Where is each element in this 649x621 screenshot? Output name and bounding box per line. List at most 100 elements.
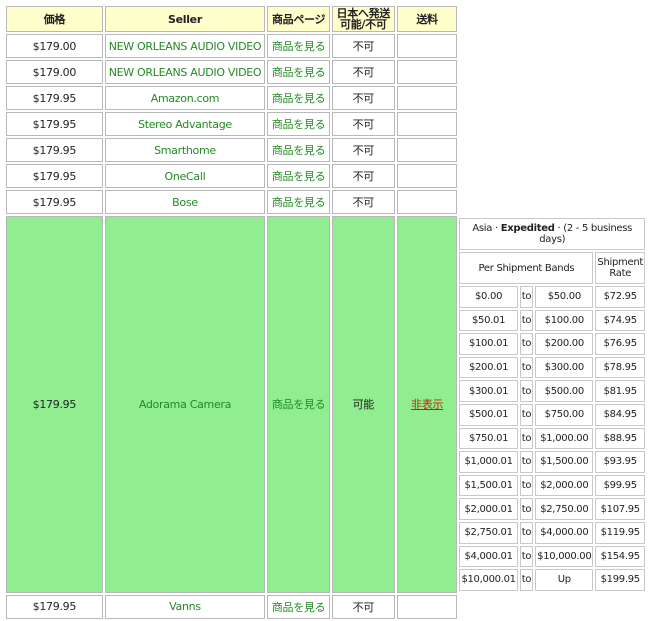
ship-status-cell: 不可 — [331, 190, 395, 214]
rate-band-row: $1,500.01 to $2,000.00 $99.95 — [459, 474, 645, 497]
view-product-link[interactable]: 商品を見る — [272, 170, 326, 183]
view-product-link[interactable]: 商品を見る — [272, 118, 326, 131]
shipping-fee-cell — [396, 138, 458, 162]
band-from-cell: $750.01 — [459, 427, 518, 450]
price-column-header: 価格 — [6, 6, 103, 32]
rate-band-row: $1,000.01 to $1,500.00 $93.95 — [459, 451, 645, 473]
table-row: $179.00 NEW ORLEANS AUDIO VIDEO 商品を見る 不可 — [6, 34, 647, 58]
seller-column-header: Seller — [104, 6, 266, 32]
band-rate-cell: $72.95 — [595, 286, 645, 308]
rate-region: Asia — [472, 223, 493, 234]
band-rate-cell: $76.95 — [595, 333, 645, 355]
view-product-link[interactable]: 商品を見る — [272, 196, 326, 209]
band-upto-cell: $750.00 — [535, 403, 594, 426]
ship-status-cell: 不可 — [331, 138, 395, 162]
shipping-fee-cell — [396, 594, 458, 619]
rate-band-row: $4,000.01 to $10,000.00 $154.95 — [459, 545, 645, 568]
rate-band-row: $200.01 to $300.00 $78.95 — [459, 356, 645, 379]
band-from-cell: $2,000.01 — [459, 498, 518, 520]
product-page-column-header: 商品ページ — [267, 6, 330, 32]
rate-band-row: $100.01 to $200.00 $76.95 — [459, 333, 645, 355]
price-cell: $179.95 — [6, 594, 103, 619]
shipping-fee-cell — [396, 190, 458, 214]
ship-status-cell: 不可 — [331, 164, 395, 188]
band-upto-cell: $10,000.00 — [535, 545, 594, 568]
rate-bands: $0.00 to $50.00 $72.95 $50.01 to $100.00 $74.95… — [459, 286, 645, 591]
band-upto-cell: $500.00 — [535, 380, 594, 402]
view-product-link[interactable]: 商品を見る — [272, 66, 326, 79]
shipping-fee-cell — [396, 60, 458, 84]
band-upto-cell: $1,000.00 — [535, 427, 594, 450]
band-to-cell: to — [519, 286, 534, 308]
band-to-cell: to — [519, 380, 534, 402]
seller-link[interactable]: Adorama Camera — [104, 216, 266, 593]
ship-status-cell: 不可 — [331, 60, 395, 84]
band-upto-cell: $4,000.00 — [535, 521, 594, 544]
band-upto-cell: $100.00 — [535, 309, 594, 332]
shipping-fee-hidden-link[interactable]: 非表示 — [411, 398, 443, 411]
seller-link[interactable]: NEW ORLEANS AUDIO VIDEO — [104, 60, 266, 84]
table-row: $179.95 Vanns 商品を見る 不可 — [6, 594, 647, 619]
header-spacer — [459, 6, 647, 32]
price-cell: $179.95 — [6, 164, 103, 188]
shipping-rate-table: Asia · Expedited · (2 - 5 business days)… — [457, 216, 647, 593]
seller-link[interactable]: OneCall — [104, 164, 266, 188]
band-upto-cell: $300.00 — [535, 356, 594, 379]
band-to-cell: to — [519, 427, 534, 450]
band-to-cell: to — [519, 521, 534, 544]
band-rate-cell: $154.95 — [595, 545, 645, 568]
price-cell: $179.95 — [6, 138, 103, 162]
shipping-fee-cell — [396, 34, 458, 58]
seller-link[interactable]: Stereo Advantage — [104, 112, 266, 136]
band-to-cell: to — [519, 545, 534, 568]
seller-link[interactable]: NEW ORLEANS AUDIO VIDEO — [104, 34, 266, 58]
price-cell: $179.95 — [6, 216, 103, 593]
shipping-fee-cell — [396, 164, 458, 188]
seller-link[interactable]: Bose — [104, 190, 266, 214]
ship-to-japan-header-line2: 可能/不可 — [340, 18, 387, 31]
seller-link[interactable]: Vanns — [104, 594, 266, 619]
band-upto-cell: $2,750.00 — [535, 498, 594, 520]
band-to-cell: to — [519, 333, 534, 355]
band-rate-cell: $81.95 — [595, 380, 645, 402]
price-cell: $179.95 — [6, 86, 103, 110]
rate-table-title: Asia · Expedited · (2 - 5 business days) — [459, 218, 645, 250]
seller-link[interactable]: Amazon.com — [104, 86, 266, 110]
shipping-rate-panel: Asia · Expedited · (2 - 5 business days)… — [459, 216, 647, 593]
band-to-cell: to — [519, 403, 534, 426]
price-cell: $179.95 — [6, 112, 103, 136]
table-row: $179.95 Smarthome 商品を見る 不可 — [6, 138, 647, 162]
band-to-cell: to — [519, 356, 534, 379]
band-upto-cell: $2,000.00 — [535, 474, 594, 497]
view-product-link[interactable]: 商品を見る — [272, 601, 326, 614]
ship-status-cell: 可能 — [331, 216, 395, 593]
view-product-link[interactable]: 商品を見る — [272, 40, 326, 53]
table-row: $179.95 Bose 商品を見る 不可 — [6, 190, 647, 214]
price-cell: $179.00 — [6, 60, 103, 84]
view-product-link[interactable]: 商品を見る — [272, 92, 326, 105]
rate-band-row: $0.00 to $50.00 $72.95 — [459, 286, 645, 308]
band-to-cell: to — [519, 474, 534, 497]
band-upto-cell: $200.00 — [535, 333, 594, 355]
seller-link[interactable]: Smarthome — [104, 138, 266, 162]
rate-band-row: $300.01 to $500.00 $81.95 — [459, 380, 645, 402]
shipping-fee-column-header: 送料 — [396, 6, 458, 32]
band-column-header: Per Shipment Bands — [459, 252, 594, 284]
band-rate-cell: $99.95 — [595, 474, 645, 497]
rate-band-row: $2,750.01 to $4,000.00 $119.95 — [459, 521, 645, 544]
rate-method: Expedited — [500, 223, 555, 234]
view-product-link[interactable]: 商品を見る — [272, 398, 326, 411]
table-header-row: 価格 Seller 商品ページ 日本へ発送 可能/不可 送料 — [6, 6, 647, 32]
band-to-cell: to — [519, 451, 534, 473]
band-from-cell: $200.01 — [459, 356, 518, 379]
rate-band-row: $750.01 to $1,000.00 $88.95 — [459, 427, 645, 450]
band-rate-cell: $93.95 — [595, 451, 645, 473]
price-comparison-area: 価格 Seller 商品ページ 日本へ発送 可能/不可 送料 $179.00 N… — [4, 4, 649, 621]
table-row: $179.95 Amazon.com 商品を見る 不可 — [6, 86, 647, 110]
band-from-cell: $1,500.01 — [459, 474, 518, 497]
seller-price-table: 価格 Seller 商品ページ 日本へ発送 可能/不可 送料 $179.00 N… — [4, 4, 649, 621]
band-from-cell: $500.01 — [459, 403, 518, 426]
band-from-cell: $50.01 — [459, 309, 518, 332]
band-from-cell: $1,000.01 — [459, 451, 518, 473]
view-product-link[interactable]: 商品を見る — [272, 144, 326, 157]
